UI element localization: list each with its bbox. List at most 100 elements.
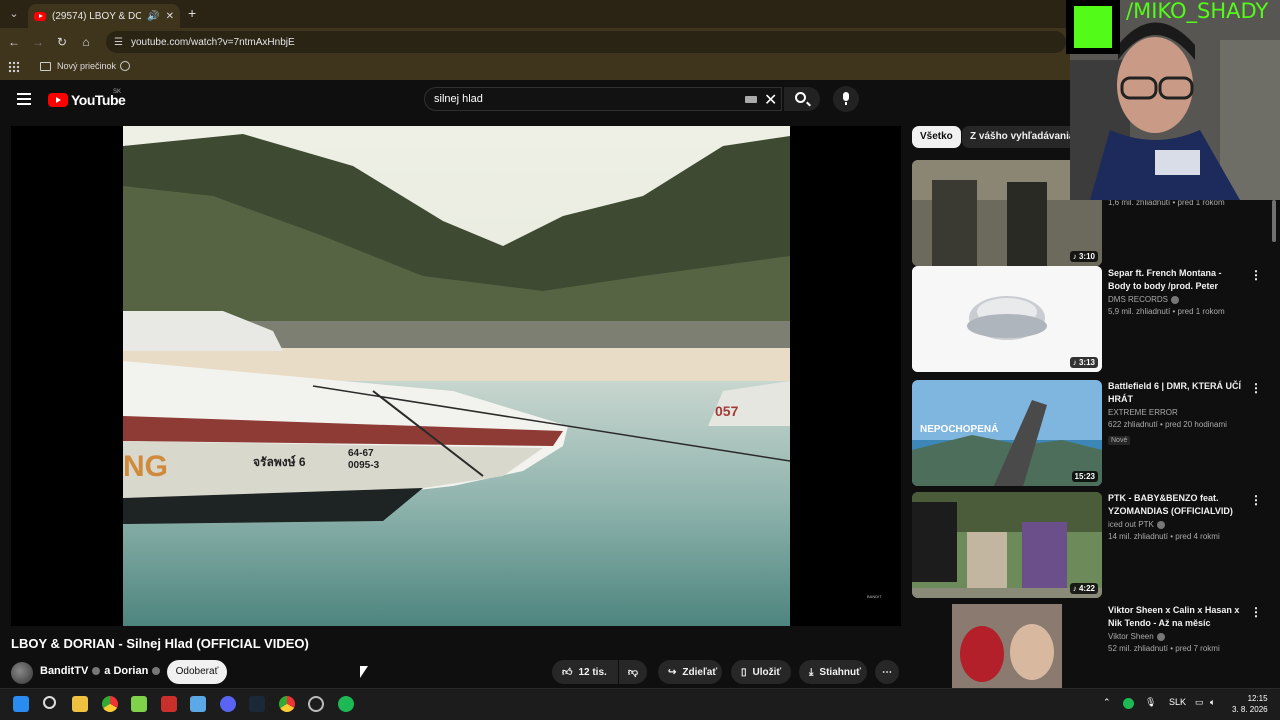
- save-button[interactable]: ▯ Uložiť: [731, 660, 791, 684]
- tray-network-icon[interactable]: ▭: [1195, 697, 1204, 708]
- new-tab-icon[interactable]: +: [188, 5, 196, 21]
- search-icon: [795, 92, 806, 103]
- rec-info[interactable]: Battlefield 6 | DMR, KTERÁ UČÍ HRÁT EXTR…: [1108, 380, 1242, 447]
- video-frame[interactable]: 057 จรัลพงษ์ 6 64-67 0095-3 NG: [123, 126, 790, 626]
- site-info-icon[interactable]: ☰: [114, 37, 123, 48]
- chip-all[interactable]: Všetko: [912, 126, 961, 148]
- forward-icon[interactable]: →: [30, 34, 46, 50]
- tray-spotify-icon[interactable]: [1123, 698, 1134, 709]
- chrome-active-icon[interactable]: [279, 696, 295, 712]
- browser-tab[interactable]: (29574) LBOY & DORIAN - 🔊 ✕: [28, 4, 180, 28]
- app-red-icon[interactable]: [161, 696, 177, 712]
- windows-start-icon[interactable]: [13, 696, 29, 712]
- microphone-icon: [843, 92, 849, 105]
- rec-channel-name[interactable]: iced out PTK: [1108, 520, 1154, 529]
- channel-names[interactable]: BanditTV a Dorian: [40, 665, 161, 677]
- spotify-icon[interactable]: [338, 696, 354, 712]
- rec-duration-text: 4:22: [1078, 584, 1095, 593]
- steam-icon[interactable]: [249, 696, 265, 712]
- address-bar[interactable]: ☰ youtube.com/watch?v=7ntmAxHnbjE: [106, 31, 1066, 53]
- rec-duration: ♪ 4:22: [1069, 583, 1098, 594]
- save-label: Uložiť: [752, 666, 782, 678]
- rec-more-icon[interactable]: ⋮: [1250, 605, 1262, 619]
- download-label: Stiahnuť: [819, 666, 861, 678]
- rec-info[interactable]: PTK - BABY&BENZO feat. YZOMANDIAS (OFFIC…: [1108, 492, 1242, 541]
- dislike-button[interactable]: 👎︎: [619, 660, 647, 684]
- verified-icon: [1156, 632, 1165, 641]
- tray-volume-icon[interactable]: 🔈︎: [1210, 697, 1215, 708]
- reload-icon[interactable]: ↻: [54, 34, 70, 50]
- app-green-icon[interactable]: [131, 696, 147, 712]
- tray-chevron-icon[interactable]: ⌃: [1103, 697, 1111, 708]
- rec-thumbnail[interactable]: ♪ 3:13: [912, 266, 1102, 372]
- channel-avatar[interactable]: [11, 662, 33, 684]
- youtube-favicon-icon: [34, 11, 46, 21]
- sidebar-scrollbar[interactable]: [1272, 200, 1276, 242]
- apps-grid-icon[interactable]: [8, 61, 20, 73]
- rec-info[interactable]: Separ ft. French Montana - Body to body …: [1108, 267, 1242, 316]
- rec-meta: 14 mil. zhliadnutí • pred 4 rokmi: [1108, 532, 1220, 541]
- taskbar-search-icon[interactable]: [43, 696, 56, 709]
- rec-thumbnail-image: [912, 604, 1102, 688]
- download-button[interactable]: ⤓ Stiahnuť: [799, 660, 867, 684]
- rec-duration-text: 3:13: [1078, 358, 1095, 367]
- share-icon: ↪: [668, 666, 677, 678]
- svg-text:0095-3: 0095-3: [348, 460, 380, 471]
- rec-info[interactable]: Viktor Sheen x Calin x Hasan x Nik Tendo…: [1108, 604, 1242, 653]
- rec-title[interactable]: Separ ft. French Montana - Body to body …: [1108, 267, 1242, 293]
- more-actions-button[interactable]: ⋯: [875, 660, 899, 684]
- rec-thumbnail[interactable]: [912, 604, 1102, 688]
- rec-thumbnail-caption: NEPOCHOPENÁ: [920, 422, 998, 435]
- home-icon[interactable]: ⌂: [78, 34, 94, 50]
- file-explorer-icon[interactable]: [72, 696, 88, 712]
- rec-title[interactable]: Battlefield 6 | DMR, KTERÁ UČÍ HRÁT: [1108, 380, 1242, 406]
- rec-thumbnail[interactable]: ♪ 4:22: [912, 492, 1102, 598]
- rec-channel-name[interactable]: DMS RECORDS: [1108, 295, 1168, 304]
- rec-channel[interactable]: DMS RECORDS: [1108, 295, 1242, 304]
- hamburger-menu-icon[interactable]: [17, 93, 31, 105]
- close-tab-icon[interactable]: ✕: [166, 11, 174, 22]
- chrome-icon[interactable]: [102, 696, 118, 712]
- bookmark-folder[interactable]: Nový priečinok: [40, 61, 116, 71]
- bookmark-folder-label: Nový priečinok: [57, 61, 117, 71]
- clear-search-icon[interactable]: ✕: [764, 90, 777, 110]
- rec-channel-name[interactable]: EXTREME ERROR: [1108, 408, 1178, 417]
- more-horizontal-icon: ⋯: [882, 666, 892, 678]
- rec-more-icon[interactable]: ⋮: [1250, 381, 1262, 395]
- video-title: LBOY & DORIAN - Silnej Hlad (OFFICIAL VI…: [11, 636, 309, 651]
- rec-channel-name[interactable]: Viktor Sheen: [1108, 632, 1154, 641]
- obs-icon[interactable]: [308, 696, 324, 712]
- rec-channel[interactable]: EXTREME ERROR: [1108, 408, 1242, 417]
- app-blue-icon[interactable]: [190, 696, 206, 712]
- globe-icon[interactable]: [120, 61, 130, 71]
- rec-channel[interactable]: iced out PTK: [1108, 520, 1242, 529]
- back-icon[interactable]: ←: [6, 34, 22, 50]
- speaker-icon[interactable]: 🔊: [147, 11, 159, 22]
- rec-thumbnail[interactable]: NEPOCHOPENÁ 15:23: [912, 380, 1102, 486]
- discord-icon[interactable]: [220, 696, 236, 712]
- share-button[interactable]: ↪ Zdieľať: [658, 660, 722, 684]
- verified-icon: [92, 667, 101, 675]
- rec-title[interactable]: Viktor Sheen x Calin x Hasan x Nik Tendo…: [1108, 604, 1242, 630]
- rec-more-icon[interactable]: ⋮: [1250, 493, 1262, 507]
- tab-search-icon[interactable]: ⌄: [6, 6, 22, 22]
- rec-more-icon[interactable]: ⋮: [1250, 268, 1262, 282]
- search-query[interactable]: silnej hlad: [434, 93, 483, 105]
- rec-duration-text: 3:10: [1078, 252, 1095, 261]
- system-clock[interactable]: 12:15 3. 8. 2026: [1232, 693, 1268, 715]
- rec-channel[interactable]: Viktor Sheen: [1108, 632, 1242, 641]
- kick-k-icon: [1074, 6, 1112, 48]
- country-code: SK: [113, 89, 122, 95]
- keyboard-icon[interactable]: [745, 96, 757, 103]
- rec-title[interactable]: PTK - BABY&BENZO feat. YZOMANDIAS (OFFIC…: [1108, 492, 1242, 518]
- url-text: youtube.com/watch?v=7ntmAxHnbjE: [130, 36, 295, 48]
- tray-mic-icon[interactable]: 🎙︎: [1145, 697, 1156, 708]
- like-button[interactable]: 👍︎ 12 tis.: [552, 660, 618, 684]
- channel-name-primary[interactable]: BanditTV: [40, 665, 88, 677]
- chip-from-search[interactable]: Z vášho vyhľadávania: [962, 126, 1083, 148]
- svg-text:NG: NG: [123, 450, 168, 483]
- thumbs-up-icon: 👍︎: [562, 667, 573, 678]
- language-indicator[interactable]: SLK: [1169, 697, 1186, 707]
- channel-name-secondary[interactable]: a Dorian: [104, 665, 148, 677]
- subscribe-button[interactable]: Odoberať: [167, 660, 227, 684]
